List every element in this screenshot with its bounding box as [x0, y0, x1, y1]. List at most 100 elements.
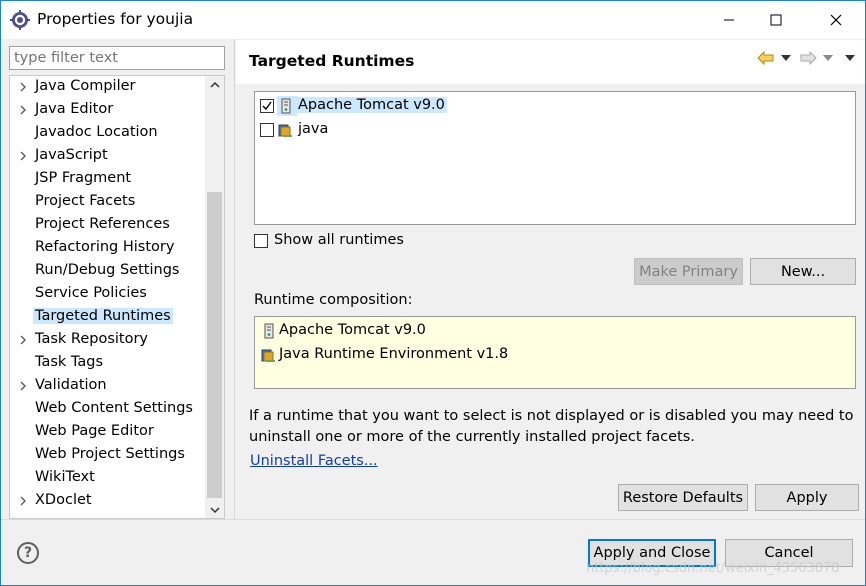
page-header: Targeted Runtimes	[236, 40, 865, 84]
forward-dropdown[interactable]	[818, 48, 838, 68]
close-button[interactable]	[813, 1, 859, 39]
tree-item[interactable]: Task Repository	[10, 330, 206, 352]
java-runtime-icon	[278, 124, 292, 137]
properties-tree[interactable]: Java Compiler Java Editor Javadoc Location…	[9, 75, 225, 519]
tree-item-label: Javadoc Location	[35, 124, 158, 140]
tree-item-label: Service Policies	[35, 285, 147, 301]
minimize-button[interactable]	[706, 1, 752, 39]
tree-item[interactable]: XDoclet	[10, 491, 206, 513]
tree-item[interactable]: Javadoc Location	[10, 123, 206, 145]
chevron-right-icon[interactable]	[18, 333, 28, 347]
minimize-icon	[724, 19, 734, 21]
maximize-button[interactable]	[753, 1, 799, 39]
page-title: Targeted Runtimes	[249, 52, 415, 70]
window-title: Properties for youjia	[37, 10, 194, 28]
scroll-down-arrow[interactable]	[205, 501, 224, 518]
tree-item[interactable]: Run/Debug Settings	[10, 261, 206, 283]
tree-item[interactable]: Project References	[10, 215, 206, 237]
forward-arrow-icon	[800, 51, 817, 65]
tree-item-label: Task Repository	[35, 331, 149, 347]
tree-item[interactable]: Java Compiler	[10, 77, 206, 99]
tree-item-label: Java Editor	[35, 101, 114, 117]
watermark-text: https://blog.csdn.net/weixin_43563878	[586, 561, 840, 576]
tree-item[interactable]: Refactoring History	[10, 238, 206, 260]
runtime-label: java	[298, 121, 329, 137]
tree-item[interactable]: Java Editor	[10, 100, 206, 122]
checkmark-icon	[262, 101, 272, 111]
view-menu-button[interactable]	[840, 48, 860, 68]
chevron-down-icon	[209, 506, 220, 513]
footer-divider	[1, 519, 865, 520]
chevron-right-icon[interactable]	[18, 149, 28, 163]
tree-item[interactable]: Web Project Settings	[10, 445, 206, 467]
back-button[interactable]	[756, 48, 776, 68]
help-icon[interactable]: ?	[17, 542, 39, 564]
tree-item-label: Run/Debug Settings	[35, 262, 180, 278]
tree-item[interactable]: Web Page Editor	[10, 422, 206, 444]
tree-item-label: Refactoring History	[35, 239, 175, 255]
runtime-composition-list: Apache Tomcat v9.0 Java Runtime Environm…	[254, 316, 856, 389]
apply-button[interactable]: Apply	[755, 484, 859, 511]
tree-item-label: Project Facets	[35, 193, 136, 209]
close-icon	[830, 14, 842, 26]
new-runtime-button[interactable]: New...	[750, 258, 856, 285]
tree-item-label: XDoclet	[35, 492, 92, 508]
restore-defaults-button[interactable]: Restore Defaults	[618, 484, 748, 511]
properties-dialog: Properties for youjia Java CompilerJava …	[0, 0, 866, 586]
tree-item[interactable]: Targeted Runtimes	[10, 307, 206, 329]
eclipse-gear-icon	[10, 10, 30, 30]
tree-item[interactable]: Validation	[10, 376, 206, 398]
scroll-thumb[interactable]	[207, 192, 222, 498]
runtime-composition-label: Runtime composition:	[254, 292, 413, 308]
tree-item-label: WikiText	[35, 469, 95, 485]
runtime-checkbox-tomcat[interactable]	[260, 99, 274, 113]
runtime-label: Apache Tomcat v9.0	[296, 97, 447, 113]
tree-item-label: Task Tags	[35, 354, 104, 370]
composition-item-label: Apache Tomcat v9.0	[279, 322, 426, 338]
scroll-up-arrow[interactable]	[205, 76, 224, 93]
view-menu-icon	[845, 55, 855, 61]
tree-item-label: JSP Fragment	[35, 170, 132, 186]
tree-item[interactable]: JSP Fragment	[10, 169, 206, 191]
info-message: If a runtime that you want to select is …	[249, 408, 854, 445]
tree-item-label: Validation	[35, 377, 107, 393]
title-bar: Properties for youjia	[1, 1, 865, 39]
filter-input[interactable]	[9, 46, 225, 70]
chevron-right-icon[interactable]	[18, 80, 28, 94]
back-arrow-icon	[757, 51, 774, 65]
show-all-runtimes-checkbox[interactable]	[254, 234, 268, 248]
runtime-list[interactable]: Apache Tomcat v9.0 java	[254, 91, 856, 225]
tree-item[interactable]: JavaScript	[10, 146, 206, 168]
runtime-checkbox-java[interactable]	[260, 123, 274, 137]
tree-item-label: JavaScript	[35, 147, 108, 163]
chevron-right-icon[interactable]	[18, 103, 28, 117]
tree-item[interactable]: Task Tags	[10, 353, 206, 375]
dropdown-triangle-icon	[781, 55, 791, 61]
back-dropdown[interactable]	[776, 48, 796, 68]
chevron-right-icon[interactable]	[18, 494, 28, 508]
make-primary-button[interactable]: Make Primary	[634, 258, 743, 285]
tree-item[interactable]: WikiText	[10, 468, 206, 490]
dropdown-triangle-icon	[823, 55, 833, 61]
maximize-icon	[770, 14, 782, 26]
tree-item-label: Project References	[35, 216, 170, 232]
tomcat-server-icon	[264, 323, 274, 339]
tree-item-label: Java Compiler	[35, 78, 136, 94]
chevron-right-icon[interactable]	[18, 379, 28, 393]
tree-scrollbar[interactable]	[205, 76, 224, 518]
tree-item-label: Targeted Runtimes	[33, 308, 173, 324]
java-runtime-icon	[261, 349, 275, 362]
tree-item-label: Web Page Editor	[35, 423, 154, 439]
forward-button[interactable]	[798, 48, 818, 68]
tree-item[interactable]: Service Policies	[10, 284, 206, 306]
tomcat-server-icon	[281, 98, 291, 114]
tree-item-label: Web Project Settings	[35, 446, 185, 462]
show-all-runtimes-label: Show all runtimes	[274, 232, 404, 248]
tree-item-label: Web Content Settings	[35, 400, 193, 416]
uninstall-facets-link[interactable]: Uninstall Facets...	[250, 453, 378, 469]
composition-item-label: Java Runtime Environment v1.8	[279, 346, 509, 362]
tree-item[interactable]: Web Content Settings	[10, 399, 206, 421]
tree-item[interactable]: Project Facets	[10, 192, 206, 214]
panel-divider[interactable]	[234, 39, 235, 519]
chevron-up-icon	[209, 81, 220, 88]
